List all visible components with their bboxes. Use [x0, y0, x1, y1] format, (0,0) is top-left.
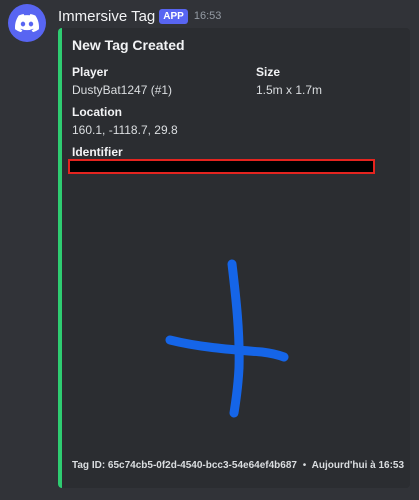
discord-logo-icon — [15, 14, 39, 32]
embed-title: New Tag Created — [72, 37, 185, 53]
field-player-value: DustyBat1247 (#1) — [72, 83, 173, 97]
tag-embed: New Tag Created Player DustyBat1247 (#1)… — [58, 28, 410, 488]
field-size-value: 1.5m x 1.7m — [256, 83, 323, 97]
field-location-value: 160.1, -1118.7, 29.8 — [72, 123, 178, 137]
message-header: Immersive Tag APP 16:53 — [58, 6, 221, 26]
message-timestamp[interactable]: 16:53 — [194, 10, 222, 22]
bot-avatar[interactable] — [8, 4, 46, 42]
redacted-identifier — [68, 159, 375, 174]
field-identifier-name: Identifier — [72, 145, 123, 159]
app-badge: APP — [159, 8, 188, 24]
tag-drawing-image[interactable] — [62, 188, 410, 448]
tag-stroke-horizontal — [165, 335, 289, 362]
tag-stroke-vertical — [227, 259, 244, 418]
field-player-name: Player — [72, 65, 109, 79]
footer-tag-id: Tag ID: 65c74cb5-0f2d-4540-bcc3-54e64ef4… — [72, 460, 297, 471]
field-size-name: Size — [256, 65, 281, 79]
footer-date: Aujourd'hui à 16:53 — [311, 460, 405, 471]
embed-footer: Tag ID: 65c74cb5-0f2d-4540-bcc3-54e64ef4… — [72, 460, 404, 471]
chat-message: Immersive Tag APP 16:53 New Tag Created … — [0, 0, 419, 500]
footer-separator: • — [302, 460, 307, 471]
field-location-name: Location — [72, 105, 122, 119]
author-name[interactable]: Immersive Tag — [58, 8, 155, 25]
